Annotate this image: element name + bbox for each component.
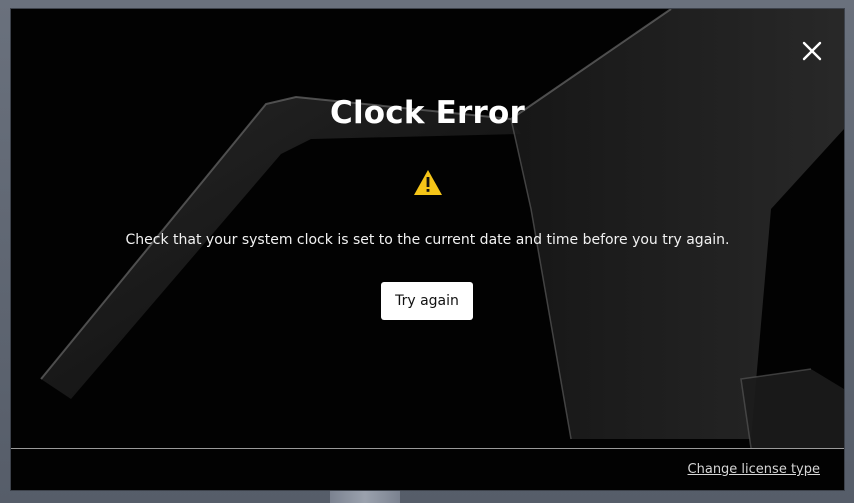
change-license-type-link[interactable]: Change license type — [688, 462, 820, 477]
background-window-edge — [330, 490, 400, 503]
try-again-button[interactable]: Try again — [381, 282, 473, 320]
background-art — [11, 9, 844, 490]
close-icon — [802, 41, 822, 61]
dialog-title: Clock Error — [330, 95, 525, 131]
footer-divider — [11, 448, 844, 449]
close-button[interactable] — [800, 39, 824, 63]
error-message: Check that your system clock is set to t… — [125, 232, 730, 248]
warning-icon — [414, 170, 442, 195]
clock-error-dialog: Clock Error Check that your system clock… — [11, 9, 844, 490]
